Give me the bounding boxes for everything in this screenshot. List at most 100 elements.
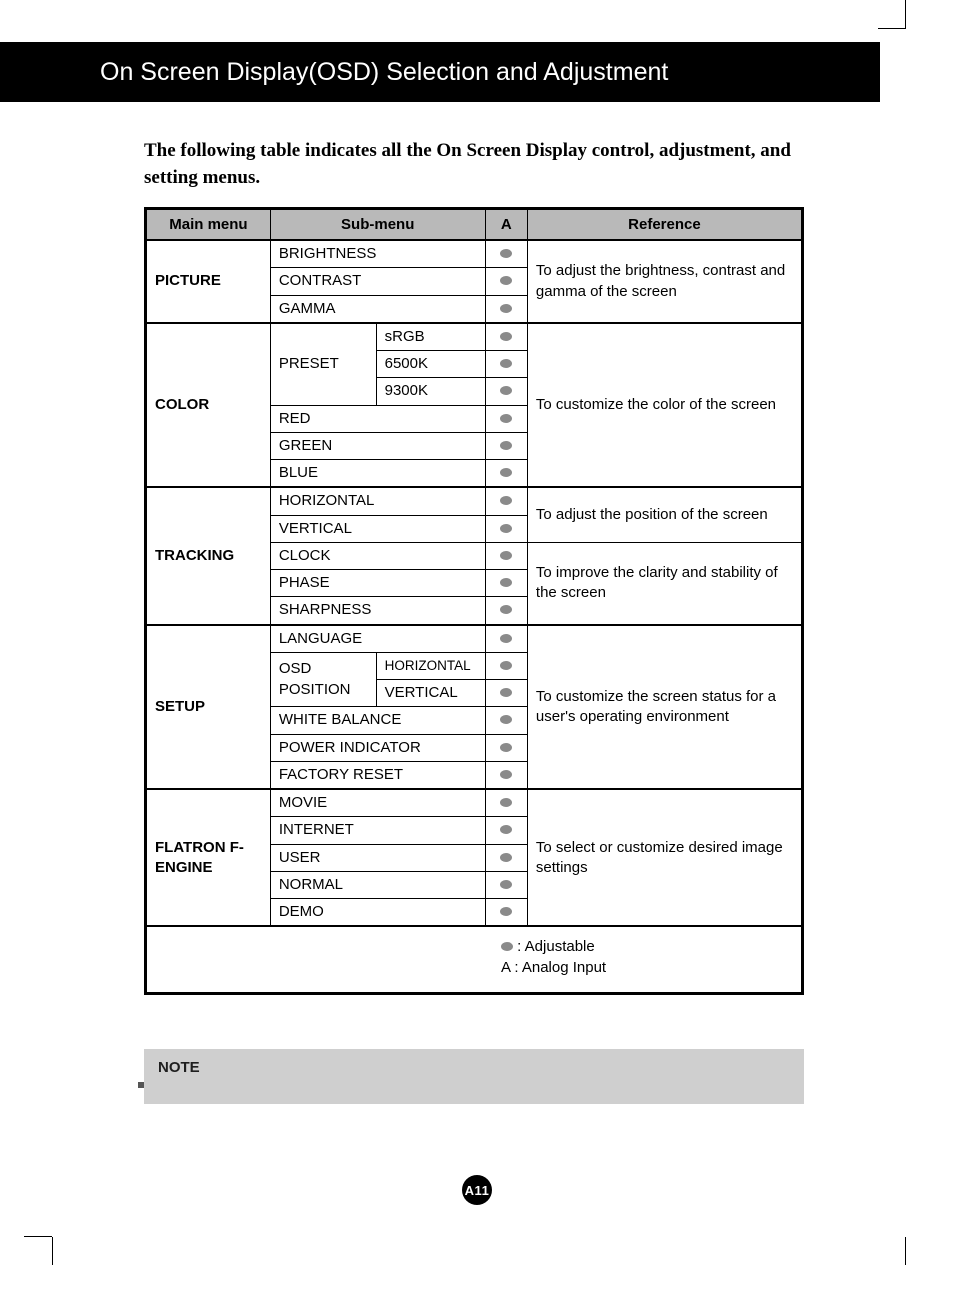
ref-color: To customize the color of the screen [527,323,802,488]
main-tracking: TRACKING [146,487,271,624]
sub-srgb: sRGB [376,323,485,351]
crop-mark [896,0,906,28]
sub-vertical: VERTICAL [270,515,485,542]
dot-icon [500,386,512,395]
legend-adjustable: : Adjustable [501,937,793,957]
dot-cell [485,268,527,295]
sub-power-indicator: POWER INDICATOR [270,734,485,761]
dot-icon [500,276,512,285]
dot-cell [485,789,527,817]
dot-cell [485,817,527,844]
sub-green: GREEN [270,432,485,459]
sub-sharpness: SHARPNESS [270,597,485,625]
sub-phase: PHASE [270,570,485,597]
legend-row: : Adjustable A : Analog Input [146,926,803,993]
sub-user: USER [270,844,485,871]
sub-white-balance: WHITE BALANCE [270,707,485,734]
dot-icon [500,634,512,643]
dot-cell [485,432,527,459]
dot-cell [485,761,527,789]
th-sub: Sub-menu [270,209,485,241]
ref-tracking-clarity: To improve the clarity and stability of … [527,542,802,624]
crop-mark [52,1237,62,1265]
intro-text: The following table indicates all the On… [144,138,804,191]
manual-page: On Screen Display(OSD) Selection and Adj… [0,0,954,1305]
sub-internet: INTERNET [270,817,485,844]
dot-cell [485,734,527,761]
sub-contrast: CONTRAST [270,268,485,295]
sub-osd-v: VERTICAL [376,680,485,707]
dot-cell [485,487,527,515]
legend-cell: : Adjustable A : Analog Input [146,926,803,993]
dot-icon [500,441,512,450]
ref-tracking-pos: To adjust the position of the screen [527,487,802,542]
dot-cell [485,378,527,405]
dot-icon [500,414,512,423]
dot-cell [485,680,527,707]
dot-icon [500,798,512,807]
sub-clock: CLOCK [270,542,485,569]
dot-icon [500,332,512,341]
dot-icon [500,661,512,670]
main-setup: SETUP [146,625,271,790]
dot-icon [500,688,512,697]
dot-icon [500,304,512,313]
main-color: COLOR [146,323,271,488]
dot-cell [485,652,527,679]
dot-icon [500,880,512,889]
sub-factory-reset: FACTORY RESET [270,761,485,789]
dot-cell [485,323,527,351]
sub-9300k: 9300K [376,378,485,405]
dot-cell [485,295,527,323]
page-number-badge: A11 [462,1175,492,1205]
sub-demo: DEMO [270,899,485,927]
dot-cell [485,844,527,871]
section-header: On Screen Display(OSD) Selection and Adj… [0,42,880,102]
legend-analog: A : Analog Input [501,958,793,978]
dot-icon [500,468,512,477]
dot-icon [500,825,512,834]
sub-gamma: GAMMA [270,295,485,323]
dot-cell [485,625,527,653]
dot-cell [485,351,527,378]
dot-cell [485,597,527,625]
dot-cell [485,460,527,488]
dot-icon [500,605,512,614]
dot-cell [485,570,527,597]
table-header-row: Main menu Sub-menu A Reference [146,209,803,241]
sub-6500k: 6500K [376,351,485,378]
note-title: NOTE [158,1059,790,1076]
sub-horizontal: HORIZONTAL [270,487,485,515]
th-a: A [485,209,527,241]
main-fengine: FLATRON F-ENGINE [146,789,271,926]
sub-osd-position: OSD POSITION [270,652,376,707]
sub-preset: PRESET [270,323,376,405]
dot-icon [500,715,512,724]
crop-mark [896,1237,906,1265]
sub-blue: BLUE [270,460,485,488]
dot-icon [500,907,512,916]
dot-icon [500,743,512,752]
sub-language: LANGUAGE [270,625,485,653]
th-reference: Reference [527,209,802,241]
ref-setup: To customize the screen status for a use… [527,625,802,790]
dot-icon [500,578,512,587]
section-title: On Screen Display(OSD) Selection and Adj… [100,58,668,87]
page-number: A11 [465,1183,490,1198]
dot-cell [485,707,527,734]
dot-cell [485,240,527,268]
dot-cell [485,542,527,569]
dot-cell [485,515,527,542]
dot-icon [500,770,512,779]
sub-red: RED [270,405,485,432]
crop-mark [878,28,906,30]
dot-icon [501,942,513,951]
sub-osd-h: HORIZONTAL [376,652,485,679]
crop-mark [24,1236,52,1237]
dot-icon [500,249,512,258]
sub-movie: MOVIE [270,789,485,817]
legend-adjustable-text: : Adjustable [517,938,595,955]
ref-fengine: To select or customize desired image set… [527,789,802,926]
dot-icon [500,853,512,862]
sub-normal: NORMAL [270,871,485,898]
